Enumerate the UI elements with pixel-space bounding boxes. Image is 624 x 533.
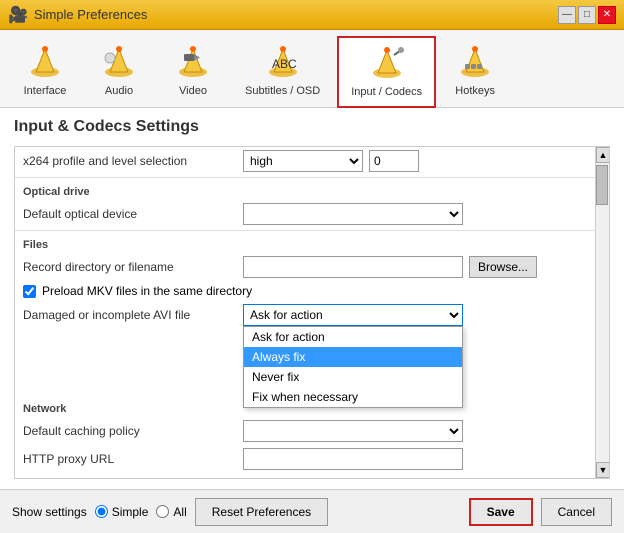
proxy-control [243, 448, 587, 470]
optical-device-row: Default optical device [15, 200, 595, 228]
x264-control: high main baseline [243, 150, 587, 172]
cancel-button[interactable]: Cancel [541, 498, 612, 526]
transport-row: Live555 stream transport HTTP (default) … [15, 473, 595, 479]
subtitles-icon: ABC [263, 43, 303, 83]
page-title: Input & Codecs Settings [14, 118, 610, 136]
show-all-radio[interactable] [156, 505, 169, 518]
preload-row: Preload MKV files in the same directory [15, 281, 595, 301]
optical-section-label: Optical drive [15, 180, 595, 200]
option-never-fix[interactable]: Never fix [244, 367, 462, 387]
scrollbar-track[interactable]: ▲ ▼ [595, 147, 609, 478]
interface-icon [25, 43, 65, 83]
option-ask-for-action[interactable]: Ask for action [244, 327, 462, 347]
proxy-input[interactable] [243, 448, 463, 470]
reset-preferences-button[interactable]: Reset Preferences [195, 498, 328, 526]
hotkeys-label: Hotkeys [455, 85, 495, 97]
nav-hotkeys[interactable]: Hotkeys [440, 36, 510, 107]
record-row: Record directory or filename Browse... [15, 253, 595, 281]
scrollbar-thumb[interactable] [596, 165, 608, 205]
optical-device-label: Default optical device [23, 207, 243, 221]
input-icon [367, 44, 407, 84]
x264-level-input[interactable] [369, 150, 419, 172]
subtitles-label: Subtitles / OSD [245, 85, 320, 97]
show-simple-option[interactable]: Simple [95, 505, 149, 519]
x264-label: x264 profile and level selection [23, 154, 243, 168]
interface-label: Interface [24, 85, 67, 97]
title-bar: 🎥 Simple Preferences — □ ✕ [0, 0, 624, 30]
nav-input[interactable]: Input / Codecs [337, 36, 436, 108]
app-icon: 🎥 [8, 5, 28, 25]
damaged-avi-dropdown-list: Ask for action Always fix Never fix Fix … [243, 326, 463, 408]
svg-text:ABC: ABC [272, 57, 297, 71]
optical-device-select[interactable] [243, 203, 463, 225]
show-simple-label: Simple [112, 505, 149, 519]
transport-control: HTTP (default) RTP over RTSP (TCP) [243, 476, 587, 479]
minimize-button[interactable]: — [558, 6, 576, 24]
caching-label: Default caching policy [23, 424, 243, 438]
option-fix-when-necessary[interactable]: Fix when necessary [244, 387, 462, 407]
close-button[interactable]: ✕ [598, 6, 616, 24]
preload-label: Preload MKV files in the same directory [42, 284, 252, 298]
x264-profile-select[interactable]: high main baseline [243, 150, 363, 172]
damaged-avi-control: Ask for action Ask for action Always fix… [243, 304, 587, 326]
dialog-buttons: Save Cancel [469, 498, 612, 526]
x264-row: x264 profile and level selection high ma… [15, 147, 595, 175]
browse-button[interactable]: Browse... [469, 256, 537, 278]
audio-icon [99, 43, 139, 83]
show-all-option[interactable]: All [156, 505, 186, 519]
damaged-avi-row: Damaged or incomplete AVI file Ask for a… [15, 301, 595, 329]
caching-select[interactable] [243, 420, 463, 442]
nav-interface[interactable]: Interface [10, 36, 80, 107]
damaged-avi-select[interactable]: Ask for action [243, 304, 463, 326]
damaged-avi-dropdown-container: Ask for action Ask for action Always fix… [243, 304, 463, 326]
nav-video[interactable]: Video [158, 36, 228, 107]
proxy-row: HTTP proxy URL [15, 445, 595, 473]
nav-subtitles[interactable]: ABC Subtitles / OSD [232, 36, 333, 107]
show-settings-group: Show settings Simple All Reset Preferenc… [12, 498, 328, 526]
preload-checkbox[interactable] [23, 285, 36, 298]
nav-audio[interactable]: Audio [84, 36, 154, 107]
damaged-avi-label: Damaged or incomplete AVI file [23, 308, 243, 322]
caching-row: Default caching policy [15, 417, 595, 445]
maximize-button[interactable]: □ [578, 6, 596, 24]
files-section-label: Files [15, 233, 595, 253]
scrollbar-down-button[interactable]: ▼ [596, 462, 610, 478]
settings-area: x264 profile and level selection high ma… [14, 146, 610, 479]
proxy-label: HTTP proxy URL [23, 452, 243, 466]
navigation-bar: Interface Audio Video ABC Subtitles / OS… [0, 30, 624, 108]
show-all-label: All [173, 505, 186, 519]
window-title: Simple Preferences [34, 7, 147, 22]
audio-label: Audio [105, 85, 133, 97]
bottom-bar: Show settings Simple All Reset Preferenc… [0, 489, 624, 533]
record-control: Browse... [243, 256, 587, 278]
input-label: Input / Codecs [351, 86, 422, 98]
hotkeys-icon [455, 43, 495, 83]
record-input[interactable] [243, 256, 463, 278]
caching-control [243, 420, 587, 442]
video-icon [173, 43, 213, 83]
save-button[interactable]: Save [469, 498, 533, 526]
scrollbar-up-button[interactable]: ▲ [596, 147, 610, 163]
optical-device-control [243, 203, 587, 225]
record-label: Record directory or filename [23, 260, 243, 274]
main-content: Input & Codecs Settings x264 profile and… [0, 108, 624, 489]
video-label: Video [179, 85, 207, 97]
option-always-fix[interactable]: Always fix [244, 347, 462, 367]
show-simple-radio[interactable] [95, 505, 108, 518]
show-settings-label: Show settings [12, 505, 87, 519]
window-controls: — □ ✕ [558, 6, 616, 24]
